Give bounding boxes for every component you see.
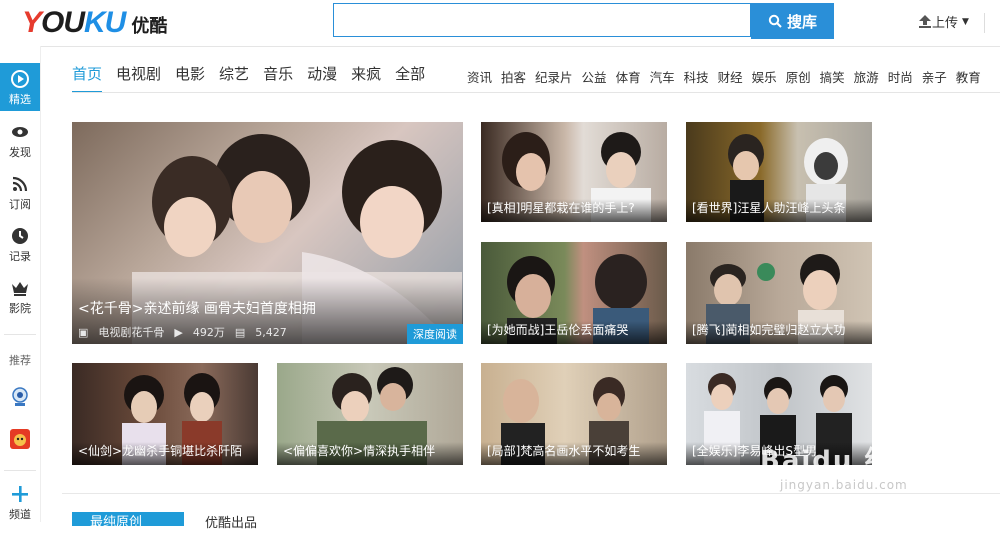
- search-button[interactable]: 搜库: [751, 3, 834, 39]
- video-tile[interactable]: [为她而战]王岳伦丢面痛哭: [481, 242, 667, 344]
- featured-plays: 492万: [192, 326, 225, 339]
- tab-all[interactable]: 全部: [395, 62, 425, 86]
- upload-button[interactable]: 上传 ▼: [918, 12, 969, 31]
- plus-icon: [12, 486, 28, 502]
- tab-music[interactable]: 音乐: [263, 62, 293, 86]
- tab-laifeng[interactable]: 来疯: [351, 62, 381, 86]
- logo-text-en: YOUKU: [22, 6, 126, 39]
- sub-nav-item[interactable]: 原创: [786, 67, 811, 86]
- main-nav: 首页 电视剧 电影 综艺 音乐 动漫 来疯 全部: [72, 62, 439, 93]
- sub-nav-item[interactable]: 拍客: [501, 67, 526, 86]
- tab-home[interactable]: 首页: [72, 62, 103, 93]
- tab-movie[interactable]: 电影: [175, 62, 205, 86]
- sidebar-item-dingyue[interactable]: 订阅: [0, 174, 40, 212]
- sub-nav-item[interactable]: 汽车: [650, 67, 675, 86]
- left-sidebar: 精选 发现 订阅 记录 影院 推荐 频道: [0, 46, 41, 522]
- sidebar-item-label: 频道: [9, 508, 31, 521]
- recommend-app-icon-1[interactable]: [9, 386, 31, 408]
- eye-icon: [12, 127, 28, 137]
- sub-nav-item[interactable]: 公益: [582, 67, 607, 86]
- top-header: YOUKU 优酷 搜库 上传 ▼: [0, 0, 1000, 47]
- sidebar-item-label: 精选: [9, 93, 31, 106]
- sub-nav: 资讯 拍客 纪录片 公益 体育 汽车 科技 财经 娱乐 原创 搞笑 旅游 时尚 …: [467, 67, 990, 86]
- game-app-icon: [10, 429, 30, 449]
- video-caption: [腾飞]蔺相如完璧归赵立大功: [686, 321, 872, 344]
- sub-nav-item[interactable]: 娱乐: [752, 67, 777, 86]
- featured-video-tile[interactable]: <花千骨>亲述前缘 画骨夫妇首度相拥 ▣ 电视剧花千骨 ▶ 492万 ▤ 5,4…: [72, 122, 463, 344]
- baidu-watermark-url: jingyan.baidu.com: [780, 478, 908, 492]
- video-tile[interactable]: [看世界]汪星人助汪峰上头条: [686, 122, 872, 222]
- upload-icon: [919, 15, 931, 28]
- video-tile[interactable]: <偏偏喜欢你>情深执手相伴: [277, 363, 463, 465]
- video-caption: <偏偏喜欢你>情深执手相伴: [277, 442, 463, 465]
- search-icon: [768, 14, 782, 28]
- video-caption: [为她而战]王岳伦丢面痛哭: [481, 321, 667, 344]
- tab-variety[interactable]: 综艺: [219, 62, 249, 86]
- featured-meta: ▣ 电视剧花千骨 ▶ 492万 ▤ 5,427: [78, 324, 297, 340]
- webcam-icon: [12, 387, 28, 406]
- comment-icon: ▤: [234, 325, 246, 339]
- youku-logo[interactable]: YOUKU 优酷: [22, 6, 167, 40]
- sidebar-divider: [4, 470, 36, 471]
- video-tile[interactable]: <仙剑>龙幽杀手铜堪比杀阡陌: [72, 363, 258, 465]
- tab-tv[interactable]: 电视剧: [116, 62, 161, 86]
- sidebar-item-jingxuan[interactable]: 精选: [0, 63, 40, 111]
- tab-original[interactable]: 最纯原创: [72, 512, 184, 530]
- search-input[interactable]: [333, 3, 751, 37]
- deep-read-badge[interactable]: 深度阅读: [407, 324, 463, 344]
- sidebar-item-yingyuan[interactable]: 影院: [0, 278, 40, 316]
- sub-nav-item[interactable]: 资讯: [467, 67, 492, 86]
- sub-nav-item[interactable]: 旅游: [854, 67, 879, 86]
- play-circle-icon: [11, 70, 29, 88]
- sidebar-item-label: 订阅: [9, 198, 31, 211]
- header-divider: [984, 13, 985, 33]
- crown-icon: [12, 282, 28, 296]
- sub-nav-item[interactable]: 亲子: [922, 67, 947, 86]
- sub-nav-item[interactable]: 财经: [718, 67, 743, 86]
- chevron-down-icon: ▼: [962, 16, 969, 27]
- recommend-app-icon-2[interactable]: [9, 428, 31, 450]
- sidebar-item-faxian[interactable]: 发现: [0, 122, 40, 160]
- sub-nav-item[interactable]: 纪录片: [535, 67, 573, 86]
- video-caption: [看世界]汪星人助汪峰上头条: [686, 199, 872, 222]
- clock-icon: [12, 228, 28, 244]
- nav-divider: [72, 92, 1000, 93]
- search-button-label: 搜库: [786, 12, 817, 31]
- sub-nav-item[interactable]: 体育: [616, 67, 641, 86]
- upload-label: 上传: [932, 16, 959, 31]
- play-count-icon: ▶: [174, 325, 183, 339]
- video-tile[interactable]: [局部]梵高名画水平不如考生: [481, 363, 667, 465]
- recommend-label: 推荐: [9, 354, 31, 367]
- sidebar-divider: [4, 334, 36, 335]
- sub-nav-item[interactable]: 教育: [956, 67, 981, 86]
- sub-nav-item[interactable]: 时尚: [888, 67, 913, 86]
- video-caption: [真相]明星都栽在谁的手上?: [481, 199, 667, 222]
- section-divider: [62, 493, 1000, 494]
- sidebar-item-label: 影院: [9, 302, 31, 315]
- featured-comments: 5,427: [255, 325, 287, 339]
- sidebar-item-label: 记录: [9, 250, 31, 263]
- video-tile[interactable]: [真相]明星都栽在谁的手上?: [481, 122, 667, 222]
- video-tile[interactable]: [腾飞]蔺相如完璧归赵立大功: [686, 242, 872, 344]
- sidebar-item-label: 发现: [9, 146, 31, 159]
- sidebar-item-jilu[interactable]: 记录: [0, 226, 40, 264]
- tab-anime[interactable]: 动漫: [307, 62, 337, 86]
- featured-channel: 电视剧花千骨: [98, 326, 165, 339]
- video-caption: [局部]梵高名画水平不如考生: [481, 442, 667, 465]
- rss-icon: [12, 176, 28, 192]
- sub-nav-item[interactable]: 搞笑: [820, 67, 845, 86]
- add-channel-button[interactable]: 频道: [0, 484, 40, 522]
- baidu-watermark: Baidu 经验: [760, 446, 921, 476]
- logo-text-cn: 优酷: [131, 16, 168, 37]
- video-caption: <仙剑>龙幽杀手铜堪比杀阡陌: [72, 442, 258, 465]
- tv-icon: ▣: [78, 325, 89, 339]
- sub-nav-item[interactable]: 科技: [684, 67, 709, 86]
